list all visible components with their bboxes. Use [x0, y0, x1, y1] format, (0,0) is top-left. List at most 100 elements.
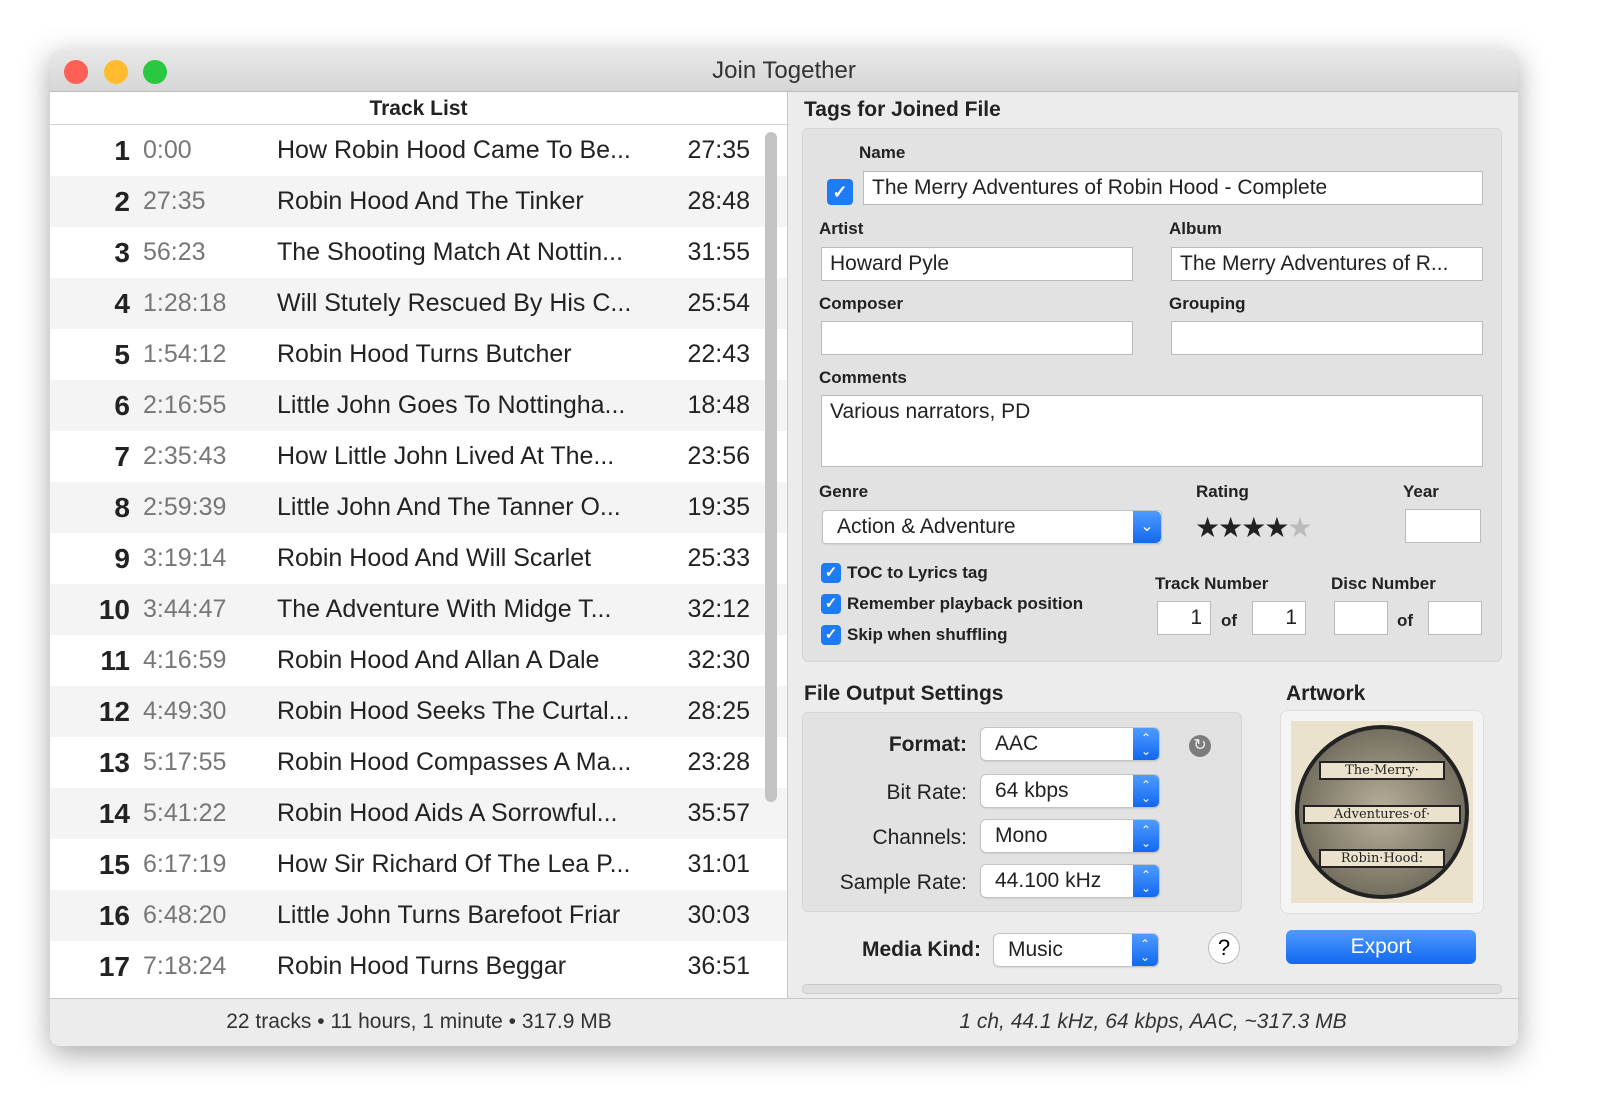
star-icon[interactable]: ★ — [1241, 512, 1266, 543]
track-name: Robin Hood And Will Scarlet — [277, 544, 592, 572]
channels-popup[interactable]: Mono ⌃ ⌄ — [981, 820, 1159, 852]
year-label: Year — [1403, 482, 1439, 501]
scrollbar[interactable] — [765, 132, 777, 802]
track-number: 3 — [114, 236, 130, 268]
track-name: How Robin Hood Came To Be... — [277, 136, 631, 164]
track-row[interactable]: 5 1:54:12 Robin Hood Turns Butcher 22:43 — [50, 329, 787, 380]
tags-panel: Tags for Joined File Name ✓ The Merry Ad… — [788, 92, 1518, 998]
track-number: 6 — [114, 389, 130, 421]
track-name: How Little John Lived At The... — [277, 442, 615, 470]
track-row[interactable]: 15 6:17:19 How Sir Richard Of The Lea P...… — [50, 839, 787, 890]
track-row[interactable]: 16 6:48:20 Little John Turns Barefoot Fria… — [50, 890, 787, 941]
checkbox[interactable]: ✓ — [821, 594, 841, 614]
grouping-field[interactable] — [1171, 321, 1483, 355]
track-row[interactable]: 6 2:16:55 Little John Goes To Nottingha...… — [50, 380, 787, 431]
checkbox[interactable]: ✓ — [821, 625, 841, 645]
artist-field[interactable]: Howard Pyle — [821, 247, 1133, 281]
album-field[interactable]: The Merry Adventures of R... — [1171, 247, 1483, 281]
track-duration: 30:03 — [687, 901, 750, 929]
track-start: 3:19:14 — [143, 544, 227, 572]
bitrate-value: 64 kbps — [995, 779, 1069, 802]
artwork-banner: Adventures·of· — [1303, 805, 1461, 824]
composer-field[interactable] — [821, 321, 1133, 355]
track-total-field[interactable]: 1 — [1252, 601, 1306, 635]
track-row[interactable]: 9 3:19:14 Robin Hood And Will Scarlet 25:33 — [50, 533, 787, 584]
checkbox[interactable]: ✓ — [821, 563, 841, 583]
track-number: 8 — [114, 491, 130, 523]
track-start: 27:35 — [143, 187, 206, 215]
track-number: 15 — [98, 848, 130, 880]
output-box: Format: AAC ⌃ ⌄ ↻ Bit Rate: 64 kbps ⌃ ⌄ Chan… — [802, 712, 1242, 912]
name-label: Name — [859, 143, 906, 162]
genre-combobox[interactable]: Action & Adventure ⌄ — [823, 511, 1161, 543]
track-row[interactable]: 12 4:49:30 Robin Hood Seeks The Curtal... 2… — [50, 686, 787, 737]
rating-stars[interactable]: ★★★★★ — [1195, 511, 1313, 544]
reset-icon[interactable]: ↻ — [1189, 735, 1211, 757]
track-row[interactable]: 1 0:00 How Robin Hood Came To Be... 27:35 — [50, 125, 787, 176]
track-row[interactable]: 3 56:23 The Shooting Match At Nottin... 31:… — [50, 227, 787, 278]
track-duration: 27:35 — [687, 136, 750, 164]
help-button[interactable]: ? — [1208, 932, 1240, 964]
zoom-button[interactable] — [143, 60, 167, 84]
track-number-field[interactable]: 1 — [1157, 601, 1211, 635]
bitrate-popup[interactable]: 64 kbps ⌃ ⌄ — [981, 775, 1159, 807]
comments-field[interactable]: Various narrators, PD — [821, 395, 1483, 467]
star-icon[interactable]: ★ — [1218, 512, 1243, 543]
track-list: 1 0:00 How Robin Hood Came To Be... 27:35 2 2… — [50, 125, 787, 992]
minimize-button[interactable] — [104, 60, 128, 84]
name-field[interactable]: The Merry Adventures of Robin Hood - Com… — [863, 171, 1483, 205]
track-row[interactable]: 13 5:17:55 Robin Hood Compasses A Ma... 23:… — [50, 737, 787, 788]
track-name: Robin Hood And Allan A Dale — [277, 646, 600, 674]
disc-number-field[interactable] — [1334, 601, 1388, 635]
chevron-down-icon[interactable]: ⌄ — [1133, 511, 1161, 543]
track-start: 0:00 — [143, 136, 192, 164]
mediakind-popup[interactable]: Music ⌃ ⌄ — [994, 934, 1158, 966]
track-name: Robin Hood And The Tinker — [277, 187, 584, 215]
artwork-banner: The·Merry· — [1319, 761, 1445, 780]
join-together-window: Join Together Track List 1 0:00 How Robin … — [50, 50, 1518, 1046]
track-number: 5 — [114, 338, 130, 370]
track-duration: 19:35 — [687, 493, 750, 521]
disc-total-field[interactable] — [1428, 601, 1482, 635]
track-name: The Shooting Match At Nottin... — [277, 238, 624, 266]
bitrate-label: Bit Rate: — [886, 781, 967, 804]
track-row[interactable]: 4 1:28:18 Will Stutely Rescued By His C...… — [50, 278, 787, 329]
track-row[interactable]: 8 2:59:39 Little John And The Tanner O... 1… — [50, 482, 787, 533]
track-row[interactable]: 11 4:16:59 Robin Hood And Allan A Dale 32:3… — [50, 635, 787, 686]
checkbox-label: Skip when shuffling — [847, 625, 1008, 644]
genre-label: Genre — [819, 482, 869, 501]
track-row[interactable]: 10 3:44:47 The Adventure With Midge T... 32… — [50, 584, 787, 635]
star-icon[interactable]: ★ — [1195, 512, 1220, 543]
updown-icon: ⌃ ⌄ — [1133, 820, 1159, 852]
star-icon[interactable]: ★ — [1264, 512, 1289, 543]
track-row[interactable]: 7 2:35:43 How Little John Lived At The... 2… — [50, 431, 787, 482]
artist-label: Artist — [819, 219, 864, 238]
export-button[interactable]: Export — [1286, 930, 1476, 964]
checkbox-label: Remember playback position — [847, 594, 1084, 613]
track-duration: 22:43 — [687, 340, 750, 368]
close-button[interactable] — [64, 60, 88, 84]
year-field[interactable] — [1405, 509, 1481, 543]
samplerate-label: Sample Rate: — [839, 871, 967, 894]
samplerate-popup[interactable]: 44.100 kHz ⌃ ⌄ — [981, 865, 1159, 897]
track-name: Robin Hood Turns Beggar — [277, 952, 567, 980]
track-name: How Sir Richard Of The Lea P... — [277, 850, 631, 878]
rating-label: Rating — [1196, 482, 1249, 501]
of-label: of — [1397, 611, 1414, 630]
track-name: Will Stutely Rescued By His C... — [277, 289, 632, 317]
track-number: 16 — [98, 899, 130, 931]
track-duration: 35:57 — [687, 799, 750, 827]
track-start: 4:49:30 — [143, 697, 227, 725]
star-icon[interactable]: ★ — [1287, 512, 1312, 543]
name-checkbox[interactable]: ✓ — [827, 179, 853, 205]
track-number: 4 — [114, 287, 130, 319]
format-popup[interactable]: AAC ⌃ ⌄ — [981, 728, 1159, 760]
track-row[interactable]: 17 7:18:24 Robin Hood Turns Beggar 36:51 — [50, 941, 787, 992]
channels-value: Mono — [995, 824, 1048, 847]
track-duration: 28:25 — [687, 697, 750, 725]
artwork-well[interactable]: The·Merry· Adventures·of· Robin·Hood: — [1280, 710, 1484, 914]
track-row[interactable]: 2 27:35 Robin Hood And The Tinker 28:48 — [50, 176, 787, 227]
track-name: The Adventure With Midge T... — [277, 595, 612, 623]
track-row[interactable]: 14 5:41:22 Robin Hood Aids A Sorrowful... 3… — [50, 788, 787, 839]
artwork-header: Artwork — [1286, 682, 1366, 705]
